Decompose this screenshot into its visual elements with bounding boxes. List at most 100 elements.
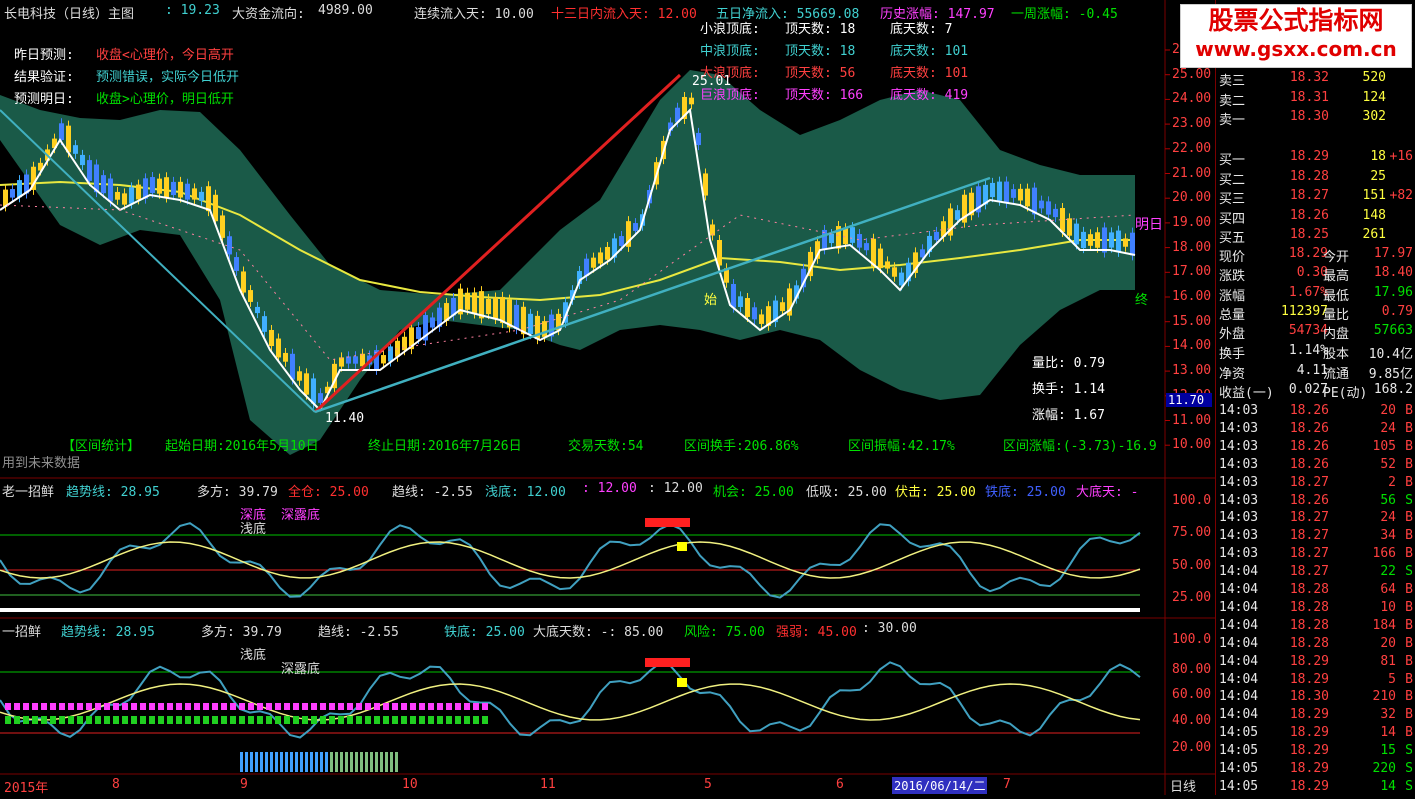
candle-body (220, 215, 225, 238)
tick-price: 18.28 (1289, 635, 1329, 651)
signal-bar (250, 752, 253, 772)
bid-label: 买五 (1219, 231, 1246, 246)
candle-body (430, 317, 435, 328)
signal-bar (14, 716, 20, 724)
quote-value: 112397 (1281, 303, 1328, 319)
chart-title: 长电科技（日线）主图 (4, 7, 135, 22)
panel1-lines (0, 518, 1141, 612)
panel1-full: 全仓: 25.00 (288, 485, 369, 500)
tick-row: 14:03 18.27 24 B (1216, 509, 1415, 528)
signal-bar (455, 703, 461, 710)
wave-bottom-days: 底天数: 7 (890, 22, 953, 37)
quote-value-2: 17.96 (1373, 284, 1413, 300)
signal-bar (203, 703, 209, 710)
kline-chart[interactable] (0, 0, 1215, 795)
signal-bar (176, 716, 182, 724)
signal-bar (401, 716, 407, 724)
signal-bar (375, 752, 378, 772)
tick-volume: 20 (1380, 403, 1396, 418)
bid-volume: 148 (1362, 207, 1386, 223)
ask-price: 18.30 (1289, 109, 1329, 124)
candle-body (997, 181, 1002, 201)
candle-body (311, 378, 316, 404)
bid-volume: 25 (1370, 168, 1386, 184)
candle-body (276, 338, 281, 358)
signal-bar (374, 703, 380, 710)
ask-volume: 124 (1362, 89, 1386, 105)
gain-ratio: 涨幅: 1.67 (1032, 408, 1105, 423)
signal-bar (240, 752, 243, 772)
watermark-url: www.gsxx.com.cn (1195, 37, 1397, 61)
candle-body (619, 236, 624, 246)
tick-side: B (1405, 510, 1413, 526)
signal-bar (270, 752, 273, 772)
signal-bar (302, 716, 308, 724)
wave-bottom-days: 底天数: 419 (890, 88, 969, 103)
tick-row: 14:04 18.30 210 B (1216, 688, 1415, 707)
stat-label: 换手 (1219, 347, 1246, 362)
quote-value-2: 17.97 (1373, 246, 1413, 261)
candle-body (1018, 188, 1023, 201)
quote-panel: 卖五18.34134+1卖四18.33252卖三18.32520卖二18.311… (1215, 0, 1415, 795)
prediction-text: 收盘>心理价，明日低开 (96, 92, 234, 107)
signal-bar (41, 716, 47, 724)
candle-body (388, 346, 393, 362)
tick-row: 14:04 18.28 10 B (1216, 599, 1415, 618)
tick-row: 14:05 18.29 15 S (1216, 742, 1415, 761)
candle-body (864, 243, 869, 251)
signal-bar (266, 703, 272, 710)
tick-price: 18.26 (1289, 403, 1329, 418)
candle-body (150, 177, 155, 193)
candle-body (178, 181, 183, 198)
ask-row: 卖三 18.32 520 (1216, 69, 1415, 89)
signal-bar (59, 703, 65, 710)
tick-time: 14:05 (1219, 743, 1259, 759)
candle-body (59, 123, 64, 141)
tick-time: 14:03 (1219, 420, 1259, 436)
tick-time: 14:04 (1219, 617, 1259, 633)
signal-bar (360, 752, 363, 772)
signal-bar (410, 703, 416, 710)
tick-side: S (1405, 564, 1413, 580)
future-data-note: 用到未来数据 (2, 456, 81, 471)
interval-days: 交易天数:54 (568, 439, 644, 454)
candle-body (542, 321, 547, 337)
panel2-tick: 20.00 (1172, 740, 1212, 755)
candle-body (241, 271, 246, 293)
end-marker: 终 (1135, 293, 1149, 308)
ask-label: 卖三 (1219, 74, 1246, 89)
tick-volume: 20 (1380, 635, 1396, 651)
ask-price: 18.32 (1289, 70, 1329, 85)
tick-price: 18.27 (1289, 528, 1329, 544)
panel2-bull: 多方: 39.79 (201, 625, 282, 640)
candle-body (192, 188, 197, 200)
signal-bar (374, 716, 380, 724)
period-label[interactable]: 日线 (1170, 776, 1196, 795)
stat-row: 换手 1.14% 股本 10.4亿 (1216, 342, 1415, 362)
signal-bar (330, 752, 333, 772)
panel1-tick: 75.00 (1172, 525, 1212, 540)
signal-bar (255, 752, 258, 772)
tick-volume: 34 (1380, 528, 1396, 544)
fund-flow-label: 大资金流向: (232, 7, 305, 22)
tick-time: 14:03 (1219, 510, 1259, 526)
tick-side: S (1405, 492, 1413, 508)
tick-time: 14:04 (1219, 635, 1259, 651)
chart-area[interactable]: 长电科技（日线）主图 : 19.23 大资金流向: 4989.00 连续流入天:… (0, 0, 1215, 796)
stat-label: 净资 (1219, 366, 1246, 382)
tick-time: 14:04 (1219, 689, 1259, 705)
signal-bar (325, 752, 328, 772)
ask-row: 卖二 18.31 124 (1216, 89, 1415, 109)
stat-label-2: 流通 (1323, 366, 1350, 382)
signal-bar (86, 703, 92, 710)
signal-bar (257, 703, 263, 710)
price-tick: 19.00 (1172, 214, 1212, 230)
panel2-weak: 强弱: 45.00 (776, 625, 857, 640)
candle-body (171, 181, 176, 196)
tick-time: 14:03 (1219, 438, 1259, 454)
quote-label: 涨幅 (1219, 288, 1246, 304)
signal-bar (383, 716, 389, 724)
panel2-tick: 60.00 (1172, 687, 1212, 702)
bid-price: 18.25 (1289, 227, 1329, 242)
osc-line-2 (0, 683, 1141, 721)
